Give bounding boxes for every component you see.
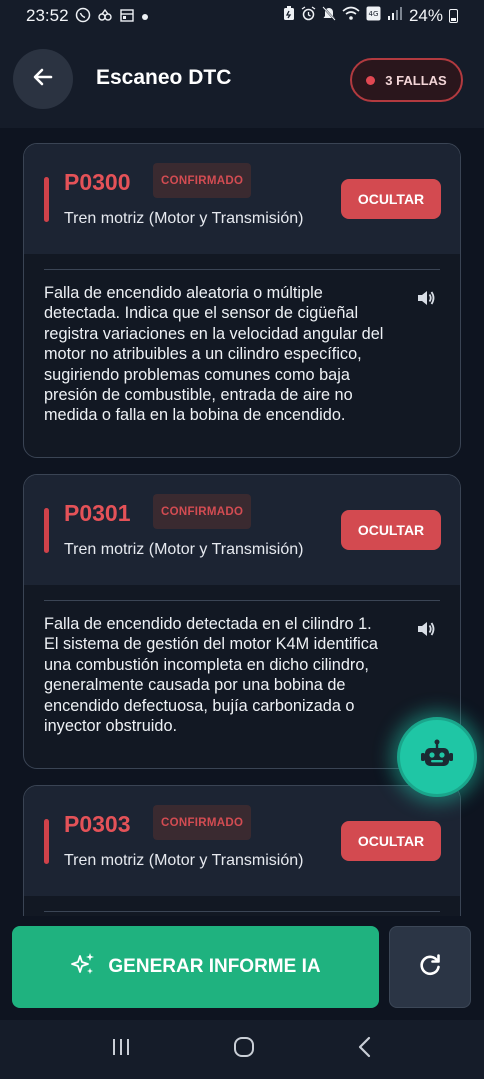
divider [44, 269, 440, 270]
status-dot-icon [366, 75, 376, 85]
home-icon[interactable] [232, 1035, 256, 1064]
dtc-description: Falla de encendido detectada en el cilin… [44, 615, 378, 736]
bottom-actions: GENERAR INFORME IA [0, 916, 484, 1020]
battery-saver-icon [283, 6, 295, 26]
arrow-left-icon [31, 65, 55, 94]
dtc-card: P0301 CONFIRMADO Tren motriz (Motor y Tr… [23, 474, 461, 769]
status-time: 23:52 [26, 6, 69, 25]
dtc-description: Falla de encendido aleatoria o múltiple … [44, 284, 384, 425]
dot-icon [141, 9, 149, 24]
dtc-card: P0303 CONFIRMADO Tren motriz (Motor y Tr… [23, 785, 461, 916]
speaker-icon[interactable] [416, 288, 438, 310]
system-nav-bar [0, 1020, 484, 1079]
dtc-status-badge: CONFIRMADO [153, 805, 252, 840]
calendar-icon [119, 7, 135, 26]
severity-bar [44, 177, 49, 222]
severity-bar [44, 819, 49, 864]
divider [44, 911, 440, 912]
dtc-card: P0300 CONFIRMADO Tren motriz (Motor y Tr… [23, 143, 461, 458]
fail-count-badge: 3 FALLAS [350, 58, 463, 102]
hide-button[interactable]: OCULTAR [341, 179, 441, 219]
ai-assistant-button[interactable] [397, 717, 477, 797]
generate-report-button[interactable]: GENERAR INFORME IA [12, 926, 379, 1008]
robot-icon [419, 737, 455, 778]
alarm-icon [301, 6, 316, 26]
divider [44, 600, 440, 601]
dtc-list[interactable]: P0300 CONFIRMADO Tren motriz (Motor y Tr… [0, 128, 484, 916]
volte-icon: 4G [366, 6, 381, 26]
dtc-card-header: P0301 CONFIRMADO Tren motriz (Motor y Tr… [24, 475, 460, 585]
refresh-icon [417, 952, 443, 983]
refresh-button[interactable] [389, 926, 471, 1008]
page-title: Escaneo DTC [96, 66, 232, 89]
app-header: Escaneo DTC 3 FALLAS [0, 32, 484, 128]
sparkles-icon [70, 951, 96, 983]
battery-percent: 24% [408, 6, 443, 25]
speaker-icon[interactable] [416, 619, 438, 641]
status-bar: 23:52 4G 24% [0, 0, 484, 32]
generate-report-label: GENERAR INFORME IA [108, 956, 321, 977]
svg-text:4G: 4G [369, 10, 379, 18]
whatsapp-icon [75, 7, 91, 26]
recent-apps-icon[interactable] [109, 1036, 133, 1063]
sync-icon [97, 7, 113, 26]
back-button[interactable] [13, 49, 73, 109]
dtc-code: P0301 [64, 500, 131, 526]
fail-count-label: 3 FALLAS [385, 72, 447, 88]
severity-bar [44, 508, 49, 553]
dtc-system: Tren motriz (Motor y Transmisión) [64, 541, 304, 558]
back-nav-icon[interactable] [355, 1035, 375, 1064]
signal-icon [387, 6, 403, 26]
dtc-status-badge: CONFIRMADO [153, 163, 252, 198]
hide-button[interactable]: OCULTAR [341, 510, 441, 550]
mute-icon [322, 6, 336, 26]
battery-icon [449, 9, 458, 23]
dtc-code: P0303 [64, 811, 131, 837]
hide-button[interactable]: OCULTAR [341, 821, 441, 861]
dtc-card-header: P0300 CONFIRMADO Tren motriz (Motor y Tr… [24, 144, 460, 254]
dtc-system: Tren motriz (Motor y Transmisión) [64, 210, 304, 227]
dtc-system: Tren motriz (Motor y Transmisión) [64, 852, 304, 869]
wifi-icon [342, 6, 360, 26]
dtc-code: P0300 [64, 169, 131, 195]
dtc-card-header: P0303 CONFIRMADO Tren motriz (Motor y Tr… [24, 786, 460, 896]
dtc-status-badge: CONFIRMADO [153, 494, 252, 529]
